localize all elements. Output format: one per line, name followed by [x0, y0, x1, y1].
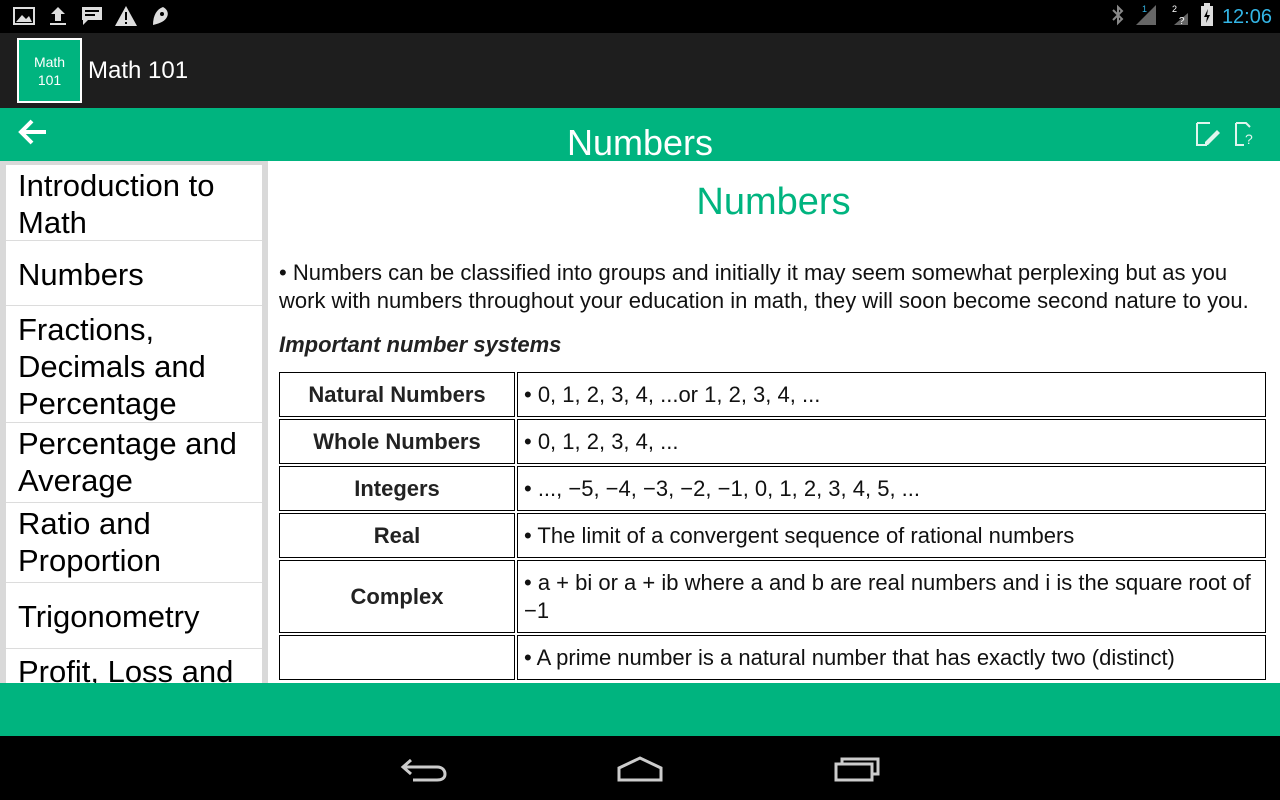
- table-row: Whole Numbers • 0, 1, 2, 3, 4, ...: [279, 419, 1266, 464]
- table-row: Complex • a + bi or a + ib where a and b…: [279, 560, 1266, 633]
- bottom-bar: [0, 683, 1280, 736]
- table-term: Integers: [279, 466, 515, 511]
- table-row: Real • The limit of a convergent sequenc…: [279, 513, 1266, 558]
- table-definition: • The limit of a convergent sequence of …: [517, 513, 1266, 558]
- quiz-button[interactable]: ?: [1232, 120, 1262, 150]
- svg-text:2: 2: [1172, 4, 1177, 14]
- table-term: Whole Numbers: [279, 419, 515, 464]
- table-definition: • A prime number is a natural number tha…: [517, 635, 1266, 680]
- nav-recents-icon: [834, 757, 880, 782]
- system-navigation-bar: [0, 736, 1280, 800]
- edit-note-button[interactable]: [1193, 120, 1223, 150]
- page-title: Numbers: [566, 122, 714, 163]
- app-title: Math 101: [88, 57, 189, 84]
- upload-icon: [46, 5, 70, 27]
- bluetooth-icon: [1110, 4, 1126, 31]
- nav-recents-button[interactable]: [832, 754, 882, 784]
- table-term: Complex: [279, 560, 515, 633]
- wifi-icon: 2?: [1170, 3, 1192, 32]
- sidebar-item-percentage[interactable]: Percentage and Average: [6, 423, 262, 503]
- status-bar: 1 2? 12:06: [0, 0, 1280, 33]
- app-logo[interactable]: Math 101: [17, 38, 82, 103]
- topic-list[interactable]: Introduction to Math Numbers Fractions, …: [6, 165, 262, 683]
- table-definition: • ..., −5, −4, −3, −2, −1, 0, 1, 2, 3, 4…: [517, 466, 1266, 511]
- svg-text:?: ?: [1245, 131, 1253, 147]
- section-toolbar: Numbers ?: [0, 108, 1280, 163]
- app-notification-icon: [148, 5, 172, 27]
- sidebar-item-ratio[interactable]: Ratio and Proportion: [6, 503, 262, 583]
- table-row: Integers • ..., −5, −4, −3, −2, −1, 0, 1…: [279, 466, 1266, 511]
- table-term: Real: [279, 513, 515, 558]
- sidebar-item-numbers[interactable]: Numbers: [6, 241, 262, 306]
- table-term: [279, 635, 515, 680]
- sidebar-item-profit-loss[interactable]: Profit, Loss and: [6, 649, 262, 683]
- table-row: • A prime number is a natural number tha…: [279, 635, 1266, 680]
- table-term: Natural Numbers: [279, 372, 515, 417]
- sidebar-item-fractions[interactable]: Fractions, Decimals and Percentage: [6, 306, 262, 423]
- edit-note-icon: [1196, 122, 1220, 146]
- topic-sidebar: Introduction to Math Numbers Fractions, …: [0, 161, 268, 683]
- svg-text:1: 1: [1142, 4, 1147, 14]
- gallery-icon: [12, 5, 36, 27]
- number-systems-table: Natural Numbers • 0, 1, 2, 3, 4, ...or 1…: [277, 370, 1268, 682]
- table-definition: • a + bi or a + ib where a and b are rea…: [517, 560, 1266, 633]
- nav-home-button[interactable]: [615, 754, 665, 784]
- table-definition: • 0, 1, 2, 3, 4, ...: [517, 419, 1266, 464]
- lesson-intro: • Numbers can be classified into groups …: [279, 260, 1249, 313]
- nav-back-button[interactable]: [399, 754, 449, 784]
- app-logo-line1: Math: [33, 54, 66, 70]
- lesson-heading: Numbers: [696, 181, 851, 223]
- chat-icon: [80, 5, 104, 27]
- signal-icon: 1: [1134, 3, 1162, 32]
- app-logo-line2: 101: [37, 72, 62, 88]
- sidebar-item-introduction[interactable]: Introduction to Math: [6, 165, 262, 241]
- table-definition: • 0, 1, 2, 3, 4, ...or 1, 2, 3, 4, ...: [517, 372, 1266, 417]
- table-row: Natural Numbers • 0, 1, 2, 3, 4, ...or 1…: [279, 372, 1266, 417]
- status-time: 12:06: [1221, 6, 1272, 28]
- sidebar-item-trigonometry[interactable]: Trigonometry: [6, 583, 262, 649]
- nav-home-icon: [617, 756, 663, 782]
- svg-text:?: ?: [1179, 16, 1185, 27]
- warning-icon: [114, 5, 138, 27]
- lesson-subheading: Important number systems: [279, 332, 562, 357]
- battery-icon: [1200, 3, 1214, 32]
- nav-back-icon: [400, 758, 447, 782]
- app-bar: Math 101 Math 101: [0, 33, 1280, 108]
- content-area: Introduction to Math Numbers Fractions, …: [0, 161, 1280, 683]
- quiz-icon: ?: [1235, 122, 1253, 147]
- lesson-content[interactable]: Numbers • Numbers can be classified into…: [268, 161, 1280, 683]
